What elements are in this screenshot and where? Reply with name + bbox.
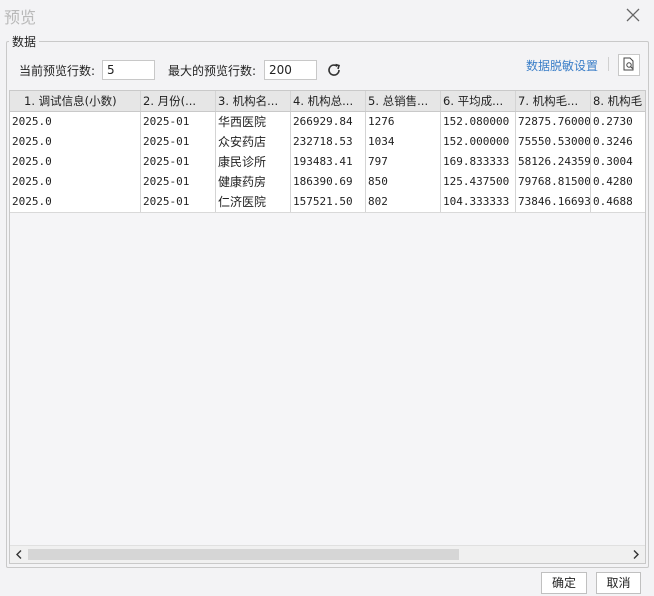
table-cell: 2025-01 — [141, 192, 216, 212]
table-cell: 1276 — [366, 112, 441, 132]
column-header[interactable]: 6. 平均成... — [441, 91, 516, 111]
max-rows-label: 最大的预览行数: — [168, 64, 257, 78]
cancel-button[interactable]: 取消 — [596, 572, 641, 594]
table-cell: 0.4688 — [591, 192, 645, 212]
table-cell: 康民诊所 — [216, 152, 291, 172]
table-cell: 58126.243599 — [516, 152, 591, 172]
table-cell: 104.333333 — [441, 192, 516, 212]
ok-button[interactable]: 确定 — [541, 572, 587, 594]
table-cell: 72875.760000 — [516, 112, 591, 132]
document-search-icon — [623, 57, 634, 71]
table-cell: 2025-01 — [141, 152, 216, 172]
table-row[interactable]: 2025.0 2025-01 健康药房 186390.69 850 125.43… — [10, 172, 645, 193]
table-cell: 157521.50 — [291, 192, 366, 212]
table-cell: 2025.0 — [10, 152, 141, 172]
column-header[interactable]: 8. 机构毛 — [591, 91, 645, 111]
max-rows-input[interactable] — [264, 60, 317, 80]
table-cell: 232718.53 — [291, 132, 366, 152]
data-masking-settings-link[interactable]: 数据脱敏设置 — [526, 57, 598, 74]
window-title: 预览 — [4, 8, 37, 27]
table-cell: 802 — [366, 192, 441, 212]
data-preview-table: 1. 调试信息(小数) 2. 月份(... 3. 机构名... 4. 机构总..… — [9, 90, 646, 564]
table-cell: 众安药店 — [216, 132, 291, 152]
table-row[interactable]: 2025.0 2025-01 华西医院 266929.84 1276 152.0… — [10, 112, 645, 133]
data-group-legend: 数据 — [9, 33, 40, 50]
table-cell: 0.2730 — [591, 112, 645, 132]
table-cell: 266929.84 — [291, 112, 366, 132]
table-cell: 125.437500 — [441, 172, 516, 192]
toolbar-divider — [608, 57, 609, 71]
current-rows-label: 当前预览行数: — [19, 64, 96, 78]
scroll-left-icon[interactable] — [12, 548, 26, 561]
table-cell: 2025.0 — [10, 112, 141, 132]
table-cell: 75550.530000 — [516, 132, 591, 152]
table-cell: 193483.41 — [291, 152, 366, 172]
table-cell: 797 — [366, 152, 441, 172]
preview-document-button[interactable] — [618, 54, 640, 76]
table-row[interactable]: 2025.0 2025-01 康民诊所 193483.41 797 169.83… — [10, 152, 645, 173]
table-row[interactable]: 2025.0 2025-01 众安药店 232718.53 1034 152.0… — [10, 132, 645, 153]
table-cell: 1034 — [366, 132, 441, 152]
table-row[interactable]: 2025.0 2025-01 仁济医院 157521.50 802 104.33… — [10, 192, 645, 213]
table-cell: 0.4280 — [591, 172, 645, 192]
scroll-right-icon[interactable] — [629, 548, 643, 561]
table-cell: 186390.69 — [291, 172, 366, 192]
close-icon[interactable] — [624, 6, 642, 24]
refresh-icon[interactable] — [326, 62, 342, 78]
title-bar: 预览 — [0, 0, 654, 30]
table-cell: 2025.0 — [10, 192, 141, 212]
column-header[interactable]: 2. 月份(... — [141, 91, 216, 111]
table-cell: 健康药房 — [216, 172, 291, 192]
table-cell: 2025.0 — [10, 132, 141, 152]
column-header[interactable]: 5. 总销售... — [366, 91, 441, 111]
table-cell: 华西医院 — [216, 112, 291, 132]
current-rows-input[interactable] — [102, 60, 155, 80]
column-header[interactable]: 1. 调试信息(小数) — [10, 91, 141, 111]
table-cell: 2025.0 — [10, 172, 141, 192]
table-cell: 169.833333 — [441, 152, 516, 172]
column-header[interactable]: 3. 机构名... — [216, 91, 291, 111]
table-cell: 2025-01 — [141, 132, 216, 152]
column-header[interactable]: 7. 机构毛... — [516, 91, 591, 111]
table-cell: 2025-01 — [141, 112, 216, 132]
table-cell: 152.080000 — [441, 112, 516, 132]
column-header[interactable]: 4. 机构总... — [291, 91, 366, 111]
table-cell: 仁济医院 — [216, 192, 291, 212]
table-header: 1. 调试信息(小数) 2. 月份(... 3. 机构名... 4. 机构总..… — [10, 91, 645, 112]
table-cell: 2025-01 — [141, 172, 216, 192]
table-cell: 79768.815000 — [516, 172, 591, 192]
table-cell: 0.3004 — [591, 152, 645, 172]
table-cell: 0.3246 — [591, 132, 645, 152]
table-cell: 850 — [366, 172, 441, 192]
scrollbar-thumb[interactable] — [28, 549, 459, 560]
table-cell: 152.000000 — [441, 132, 516, 152]
horizontal-scrollbar[interactable] — [10, 545, 645, 563]
table-cell: 73846.166934 — [516, 192, 591, 212]
